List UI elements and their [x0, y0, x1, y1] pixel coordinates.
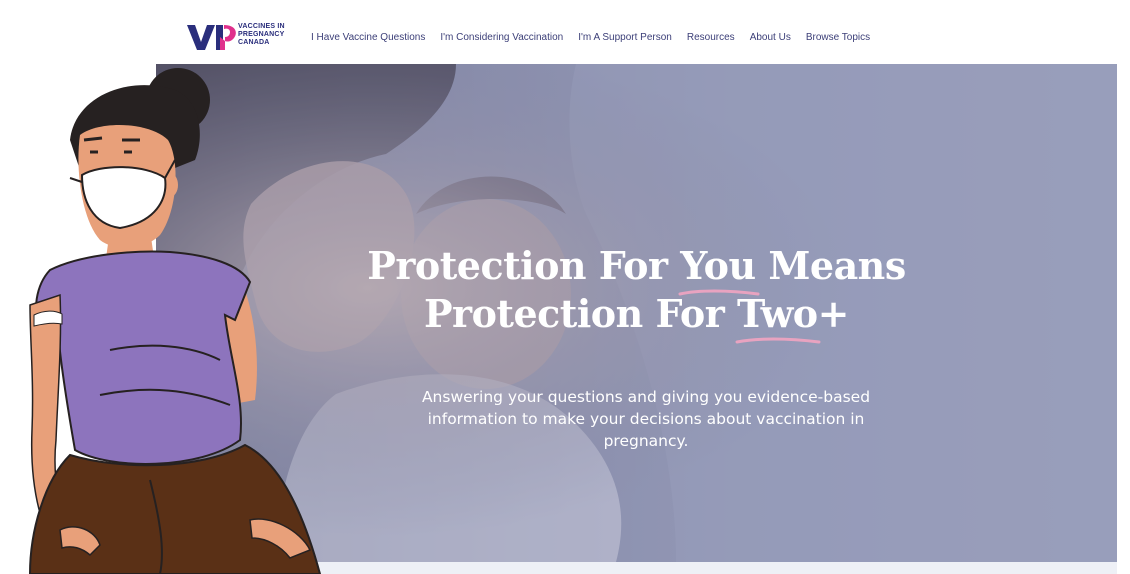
nav-item-resources[interactable]: Resources [687, 32, 735, 46]
main-nav: I Have Vaccine Questions I'm Considering… [311, 32, 885, 46]
logo-wordmark: VACCINES IN PREGNANCY CANADA [238, 23, 285, 47]
logo-line-3: CANADA [238, 39, 270, 46]
site-header: VACCINES IN PREGNANCY CANADA I Have Vacc… [0, 0, 1130, 64]
logo-line-2: PREGNANCY [238, 31, 285, 38]
hero-title-1a: Protection For [367, 243, 681, 288]
hero-title-two: Two [735, 290, 821, 344]
site-logo[interactable]: VACCINES IN PREGNANCY CANADA [186, 22, 296, 52]
nav-item-considering-vaccination[interactable]: I'm Considering Vaccination [440, 32, 563, 46]
pregnant-woman-masked-icon [28, 68, 322, 574]
vip-logo-icon [187, 25, 236, 50]
hero-title-two-text: Two [736, 291, 818, 336]
hero-title-1b: Means [755, 243, 906, 288]
hero-title-2b: + [817, 291, 850, 336]
two-underline [735, 337, 821, 344]
hero-subtitle: Answering your questions and giving you … [421, 388, 871, 450]
nav-item-vaccine-questions[interactable]: I Have Vaccine Questions [311, 32, 425, 46]
logo-line-1: VACCINES IN [238, 23, 285, 30]
nav-item-browse-topics[interactable]: Browse Topics [806, 32, 870, 46]
nav-item-support-person[interactable]: I'm A Support Person [578, 32, 672, 46]
hero-title-you-text: You [680, 243, 756, 288]
nav-item-about-us[interactable]: About Us [750, 32, 791, 46]
hero-title-you: You [678, 242, 760, 296]
